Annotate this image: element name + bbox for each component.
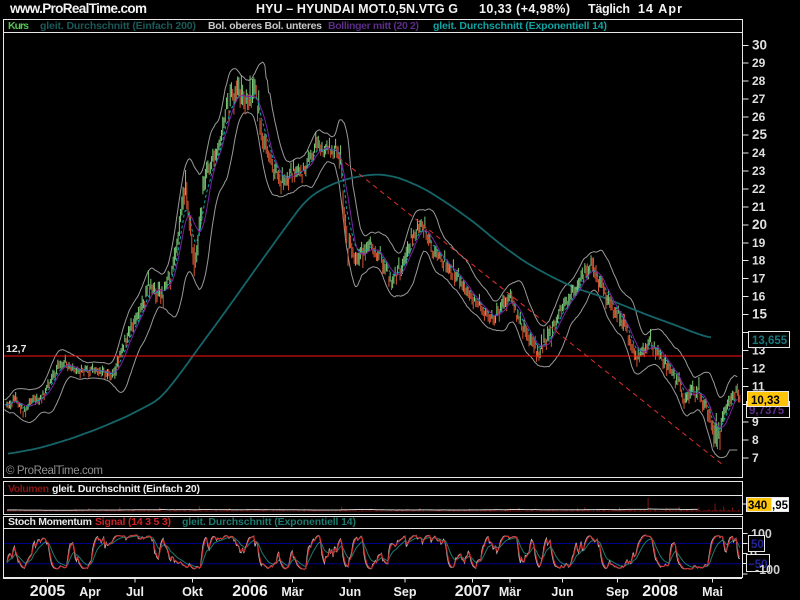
- svg-text:2005: 2005: [30, 583, 66, 600]
- svg-text:Signal (14 3 5 3): Signal (14 3 5 3): [95, 516, 171, 528]
- svg-text:18: 18: [752, 254, 766, 268]
- svg-text:22: 22: [752, 182, 766, 196]
- svg-text:Bol. oberes Bol. unteres: Bol. oberes Bol. unteres: [208, 20, 322, 32]
- svg-text:14 Apr: 14 Apr: [638, 2, 682, 16]
- svg-text:27: 27: [752, 92, 766, 106]
- svg-text:50: 50: [751, 539, 764, 551]
- svg-text:Sep: Sep: [394, 585, 417, 599]
- svg-text:-100: -100: [755, 563, 780, 577]
- svg-text:gleit. Durchschnitt (Exponenti: gleit. Durchschnitt (Exponentiell 14): [433, 20, 607, 32]
- svg-text:Mär: Mär: [281, 585, 303, 599]
- svg-text:Mai: Mai: [702, 585, 723, 599]
- svg-text:12,7: 12,7: [6, 343, 27, 355]
- svg-text:Volumen: Volumen: [8, 483, 49, 495]
- svg-text:2008: 2008: [642, 583, 678, 600]
- svg-text:29: 29: [752, 56, 766, 70]
- svg-text:30: 30: [752, 37, 767, 52]
- svg-text:© ProRealTime.com: © ProRealTime.com: [6, 465, 103, 477]
- svg-text:19: 19: [752, 236, 766, 250]
- svg-text:8: 8: [752, 433, 759, 447]
- svg-text:16: 16: [752, 290, 766, 304]
- svg-text:,95: ,95: [772, 500, 789, 512]
- svg-text:23: 23: [752, 164, 766, 178]
- svg-text:Jul: Jul: [126, 585, 144, 599]
- svg-text:25: 25: [752, 127, 768, 142]
- svg-text:17: 17: [752, 272, 766, 286]
- svg-text:21: 21: [752, 200, 766, 214]
- svg-text:Okt: Okt: [182, 585, 204, 599]
- svg-text:Mär: Mär: [499, 585, 521, 599]
- svg-text:gleit. Durchschnitt (Einfach 2: gleit. Durchschnitt (Einfach 200): [40, 20, 196, 32]
- svg-text:13,655: 13,655: [752, 335, 788, 347]
- svg-text:Täglich: Täglich: [588, 2, 630, 16]
- svg-text:7: 7: [752, 451, 759, 465]
- svg-text:HYU – HYUNDAI MOT.0,5N.VTG G: HYU – HYUNDAI MOT.0,5N.VTG G: [256, 2, 458, 16]
- svg-text:gleit. Durchschnitt (Einfach 2: gleit. Durchschnitt (Einfach 20): [52, 483, 200, 495]
- svg-text:2006: 2006: [232, 583, 268, 600]
- svg-text:Stoch Momentum: Stoch Momentum: [8, 516, 92, 528]
- svg-text:Sep: Sep: [606, 585, 629, 599]
- svg-text:10,33 (+4,98%): 10,33 (+4,98%): [479, 2, 570, 16]
- svg-text:gleit. Durchschnitt (Exponenti: gleit. Durchschnitt (Exponentiell 14): [182, 516, 356, 528]
- svg-text:15: 15: [752, 307, 768, 322]
- svg-text:340: 340: [748, 500, 767, 512]
- svg-text:Bollinger mitt (20 2): Bollinger mitt (20 2): [328, 20, 419, 32]
- svg-text:24: 24: [752, 146, 766, 160]
- svg-text:Jun: Jun: [339, 585, 361, 599]
- svg-text:12: 12: [752, 361, 766, 375]
- svg-text:26: 26: [752, 110, 766, 124]
- svg-text:Apr: Apr: [79, 585, 101, 599]
- svg-text:www.ProRealTime.com: www.ProRealTime.com: [9, 1, 147, 16]
- svg-text:28: 28: [752, 74, 766, 88]
- svg-text:Kurs: Kurs: [8, 20, 29, 32]
- svg-text:2007: 2007: [455, 583, 491, 600]
- svg-text:10,33: 10,33: [751, 395, 780, 407]
- svg-text:Jun: Jun: [551, 585, 573, 599]
- svg-text:20: 20: [752, 217, 767, 232]
